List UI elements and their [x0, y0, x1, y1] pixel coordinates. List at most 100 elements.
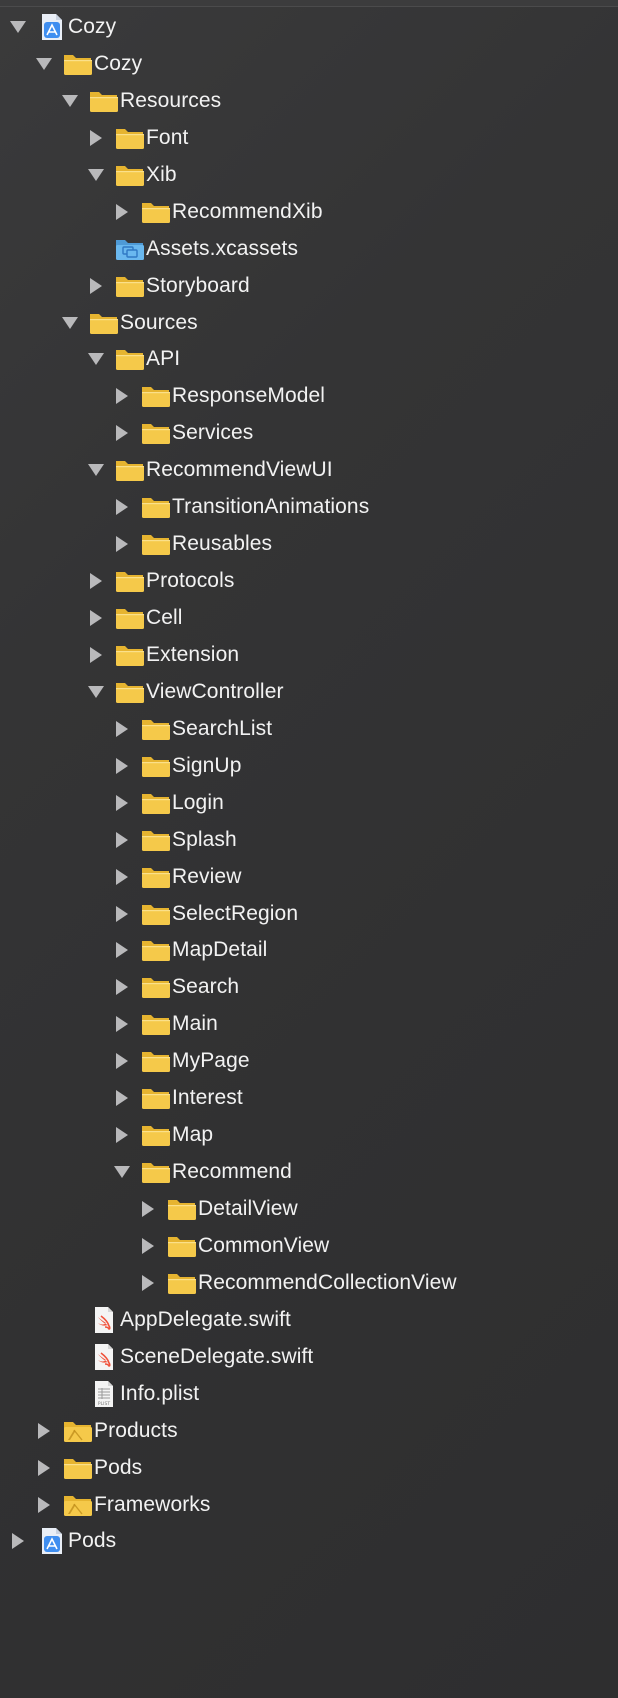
navigator-row[interactable]: Extension — [0, 635, 618, 672]
disclosure-collapsed-icon[interactable] — [112, 1014, 132, 1034]
plist-file-icon: PLIST — [88, 1380, 120, 1408]
navigator-row[interactable]: RecommendXib — [0, 192, 618, 229]
navigator-row[interactable]: ResponseModel — [0, 376, 618, 413]
navigator-row[interactable]: Cozy — [0, 7, 618, 44]
navigator-row[interactable]: SignUp — [0, 746, 618, 783]
folder-icon — [114, 272, 146, 300]
disclosure-expanded-icon[interactable] — [8, 17, 28, 37]
navigator-row-label: Font — [146, 125, 189, 149]
disclosure-collapsed-icon[interactable] — [112, 977, 132, 997]
disclosure-collapsed-icon[interactable] — [112, 756, 132, 776]
disclosure-expanded-icon[interactable] — [86, 165, 106, 185]
navigator-row[interactable]: MapDetail — [0, 930, 618, 967]
disclosure-collapsed-icon[interactable] — [112, 719, 132, 739]
navigator-row[interactable]: AppDelegate.swift — [0, 1300, 618, 1337]
navigator-row[interactable]: Protocols — [0, 561, 618, 598]
navigator-row[interactable]: Search — [0, 967, 618, 1004]
disclosure-collapsed-icon[interactable] — [86, 276, 106, 296]
navigator-row[interactable]: DetailView — [0, 1189, 618, 1226]
navigator-row[interactable]: RecommendCollectionView — [0, 1263, 618, 1300]
navigator-row-label: Map — [172, 1123, 214, 1147]
disclosure-expanded-icon[interactable] — [60, 313, 80, 333]
navigator-row[interactable]: Review — [0, 857, 618, 894]
swift-file-icon — [88, 1343, 120, 1371]
disclosure-collapsed-icon[interactable] — [86, 571, 106, 591]
navigator-row[interactable]: API — [0, 339, 618, 376]
disclosure-collapsed-icon[interactable] — [112, 423, 132, 443]
navigator-row[interactable]: Map — [0, 1115, 618, 1152]
navigator-row[interactable]: Interest — [0, 1078, 618, 1115]
folder-icon — [114, 345, 146, 373]
disclosure-collapsed-icon[interactable] — [138, 1273, 158, 1293]
navigator-row[interactable]: Login — [0, 783, 618, 820]
disclosure-collapsed-icon[interactable] — [112, 793, 132, 813]
folder-icon — [140, 715, 172, 743]
navigator-row[interactable]: PLIST Info.plist — [0, 1374, 618, 1411]
disclosure-collapsed-icon[interactable] — [8, 1531, 28, 1551]
disclosure-collapsed-icon[interactable] — [112, 202, 132, 222]
navigator-row[interactable]: Pods — [0, 1448, 618, 1485]
project-icon — [36, 1527, 68, 1555]
navigator-row[interactable]: Font — [0, 118, 618, 155]
navigator-row[interactable]: MyPage — [0, 1041, 618, 1078]
navigator-row-label: MyPage — [172, 1049, 250, 1073]
folder-icon — [140, 1047, 172, 1075]
navigator-row[interactable]: Xib — [0, 155, 618, 192]
folder-icon — [166, 1232, 198, 1260]
navigator-row[interactable]: Recommend — [0, 1152, 618, 1189]
navigator-row-label: RecommendViewUI — [146, 458, 333, 482]
disclosure-collapsed-icon[interactable] — [112, 386, 132, 406]
navigator-row[interactable]: Pods — [0, 1521, 618, 1558]
navigator-row[interactable]: Assets.xcassets — [0, 229, 618, 266]
disclosure-collapsed-icon[interactable] — [112, 830, 132, 850]
project-navigator[interactable]: Cozy Cozy Resources Font Xib RecommendXi… — [0, 7, 618, 1558]
disclosure-collapsed-icon[interactable] — [112, 867, 132, 887]
disclosure-expanded-icon[interactable] — [86, 349, 106, 369]
disclosure-collapsed-icon[interactable] — [86, 645, 106, 665]
navigator-row[interactable]: Reusables — [0, 524, 618, 561]
svg-text:PLIST: PLIST — [98, 1401, 110, 1407]
navigator-row[interactable]: Frameworks — [0, 1485, 618, 1522]
navigator-row[interactable]: TransitionAnimations — [0, 487, 618, 524]
navigator-row[interactable]: Main — [0, 1004, 618, 1041]
disclosure-expanded-icon[interactable] — [86, 460, 106, 480]
disclosure-collapsed-icon[interactable] — [112, 1088, 132, 1108]
navigator-row[interactable]: Cell — [0, 598, 618, 635]
navigator-row[interactable]: Services — [0, 413, 618, 450]
navigator-row[interactable]: ViewController — [0, 672, 618, 709]
folder-icon — [88, 87, 120, 115]
disclosure-collapsed-icon[interactable] — [112, 1051, 132, 1071]
disclosure-collapsed-icon[interactable] — [112, 904, 132, 924]
navigator-row-label: CommonView — [198, 1233, 330, 1257]
disclosure-collapsed-icon[interactable] — [112, 497, 132, 517]
disclosure-collapsed-icon[interactable] — [86, 128, 106, 148]
disclosure-expanded-icon[interactable] — [112, 1162, 132, 1182]
navigator-row-label: API — [146, 347, 181, 371]
disclosure-collapsed-icon[interactable] — [112, 940, 132, 960]
navigator-row[interactable]: CommonView — [0, 1226, 618, 1263]
disclosure-expanded-icon[interactable] — [34, 54, 54, 74]
navigator-row[interactable]: Storyboard — [0, 266, 618, 303]
disclosure-collapsed-icon[interactable] — [112, 534, 132, 554]
disclosure-collapsed-icon[interactable] — [112, 1125, 132, 1145]
navigator-row[interactable]: Sources — [0, 303, 618, 340]
top-divider — [0, 0, 618, 7]
navigator-row[interactable]: Products — [0, 1411, 618, 1448]
navigator-row[interactable]: SelectRegion — [0, 894, 618, 931]
navigator-row[interactable]: Splash — [0, 820, 618, 857]
disclosure-collapsed-icon[interactable] — [34, 1421, 54, 1441]
disclosure-collapsed-icon[interactable] — [34, 1458, 54, 1478]
navigator-row[interactable]: SearchList — [0, 709, 618, 746]
disclosure-expanded-icon[interactable] — [86, 682, 106, 702]
navigator-row[interactable]: Cozy — [0, 44, 618, 81]
navigator-row[interactable]: RecommendViewUI — [0, 450, 618, 487]
navigator-row[interactable]: SceneDelegate.swift — [0, 1337, 618, 1374]
disclosure-expanded-icon[interactable] — [60, 91, 80, 111]
disclosure-collapsed-icon[interactable] — [34, 1495, 54, 1515]
disclosure-collapsed-icon[interactable] — [86, 608, 106, 628]
folder-icon — [140, 789, 172, 817]
navigator-row[interactable]: Resources — [0, 81, 618, 118]
disclosure-collapsed-icon[interactable] — [138, 1199, 158, 1219]
folder-icon — [166, 1269, 198, 1297]
disclosure-collapsed-icon[interactable] — [138, 1236, 158, 1256]
